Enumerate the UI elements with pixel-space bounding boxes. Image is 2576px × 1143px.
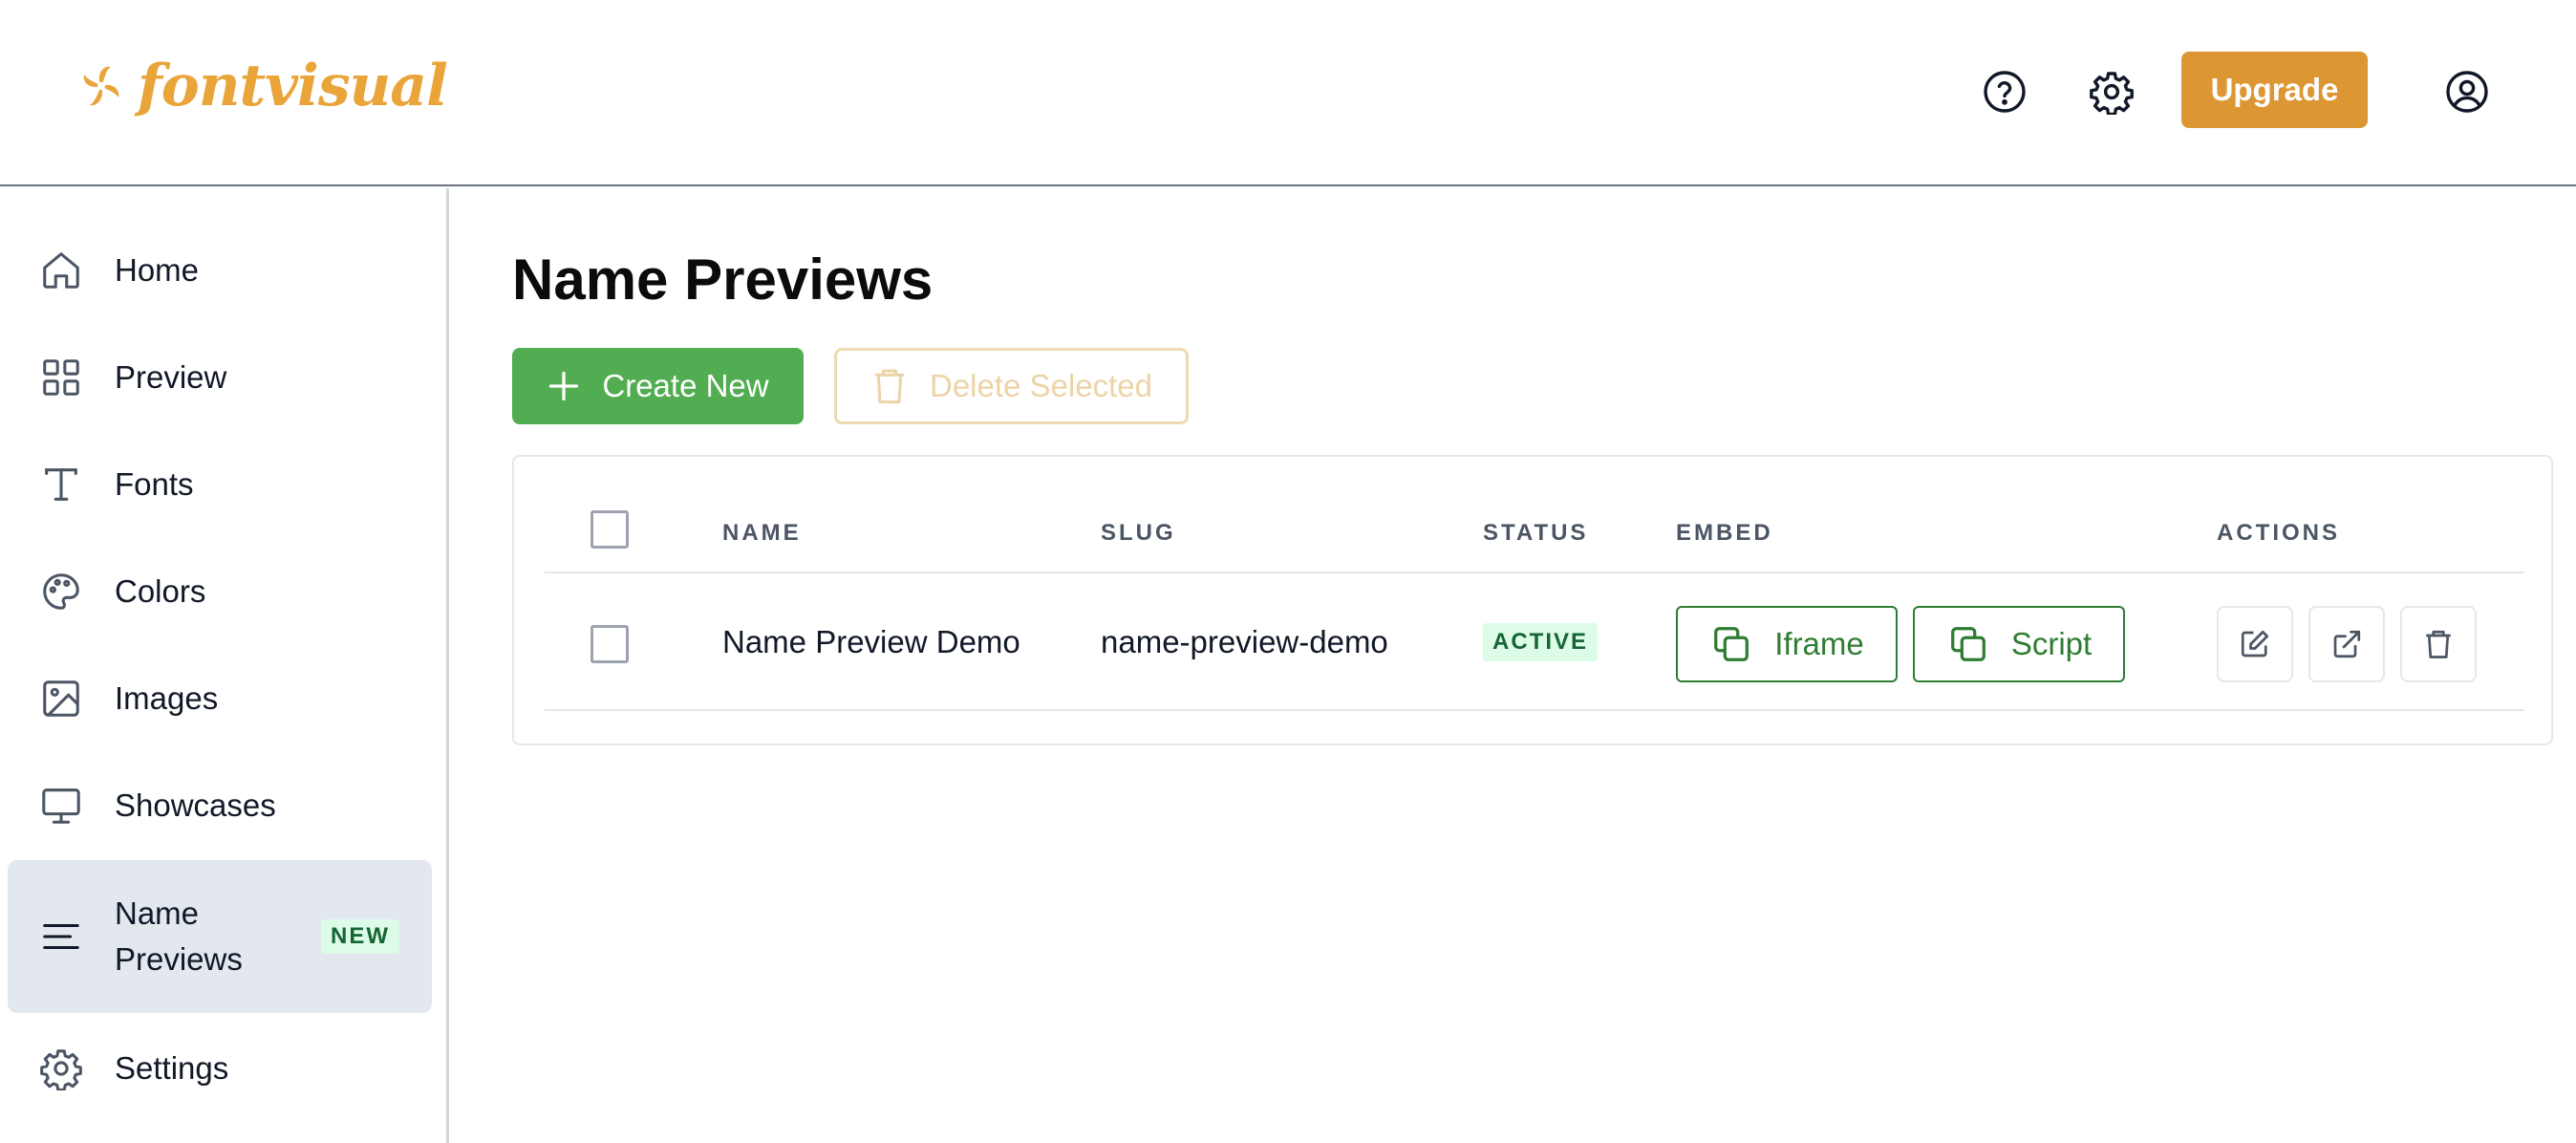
gear-icon — [38, 1046, 84, 1091]
edit-icon — [2238, 627, 2272, 661]
row-checkbox[interactable] — [590, 625, 629, 663]
create-new-label: Create New — [602, 368, 769, 403]
sidebar-item-label: Images — [115, 680, 219, 716]
sidebar-item-images[interactable]: Images — [8, 645, 432, 752]
home-icon — [38, 248, 84, 293]
column-header-status: STATUS — [1483, 520, 1589, 546]
sidebar-item-name-previews[interactable]: Name Previews NEW — [8, 860, 432, 1013]
page-title: Name Previews — [512, 248, 934, 312]
iframe-label: Iframe — [1774, 626, 1864, 661]
user-circle-icon[interactable] — [2442, 67, 2492, 117]
image-icon — [38, 676, 84, 722]
sidebar: Home Preview Fonts Colors Images Showcas… — [0, 188, 449, 1143]
column-header-slug: SLUG — [1101, 520, 1176, 546]
row-divider — [545, 572, 2524, 573]
copy-icon — [1709, 622, 1753, 666]
new-badge: NEW — [321, 919, 399, 954]
copy-iframe-button[interactable]: Iframe — [1676, 606, 1898, 682]
type-icon — [38, 462, 84, 507]
top-header: fontvisual Upgrade — [0, 0, 2576, 186]
open-external-button[interactable] — [2308, 606, 2385, 682]
trash-icon — [2421, 627, 2456, 661]
monitor-icon — [38, 783, 84, 829]
sidebar-item-label: Name Previews — [115, 895, 243, 977]
delete-selected-label: Delete Selected — [930, 368, 1152, 403]
trash-icon — [870, 365, 909, 407]
sidebar-item-label: Settings — [115, 1050, 229, 1086]
logo[interactable]: fontvisual — [76, 48, 448, 124]
delete-row-button[interactable] — [2400, 606, 2477, 682]
row-slug: name-preview-demo — [1101, 624, 1388, 659]
script-label: Script — [2010, 626, 2093, 661]
logo-text: fontvisual — [138, 53, 448, 119]
upgrade-button[interactable]: Upgrade — [2181, 52, 2368, 128]
gear-icon[interactable] — [2087, 67, 2136, 117]
logo-mark-icon — [76, 59, 126, 113]
sidebar-item-label: Showcases — [115, 787, 276, 823]
grid-icon — [38, 355, 84, 400]
help-circle-icon[interactable] — [1980, 67, 2029, 117]
sidebar-item-settings[interactable]: Settings — [8, 1015, 432, 1122]
sidebar-item-label: Fonts — [115, 466, 194, 502]
external-link-icon — [2329, 627, 2364, 661]
column-header-name: NAME — [722, 520, 802, 546]
sidebar-item-showcases[interactable]: Showcases — [8, 752, 432, 859]
column-header-actions: ACTIONS — [2217, 520, 2340, 546]
sidebar-item-fonts[interactable]: Fonts — [8, 431, 432, 538]
previews-table: NAME SLUG STATUS EMBED ACTIONS Name Prev… — [512, 455, 2553, 745]
delete-selected-button[interactable]: Delete Selected — [834, 348, 1189, 424]
sidebar-item-preview[interactable]: Preview — [8, 324, 432, 431]
row-divider — [545, 709, 2524, 711]
status-badge: ACTIVE — [1483, 623, 1599, 661]
plus-icon — [547, 369, 581, 403]
lines-icon — [38, 914, 84, 960]
create-new-button[interactable]: Create New — [512, 348, 804, 424]
select-all-checkbox[interactable] — [590, 510, 629, 549]
sidebar-item-label: Home — [115, 252, 200, 288]
sidebar-item-label: Colors — [115, 573, 206, 609]
column-header-embed: EMBED — [1676, 520, 1773, 546]
edit-button[interactable] — [2217, 606, 2293, 682]
sidebar-item-home[interactable]: Home — [8, 217, 432, 324]
copy-icon — [1946, 622, 1990, 666]
sidebar-item-label: Preview — [115, 359, 227, 395]
sidebar-item-colors[interactable]: Colors — [8, 538, 432, 645]
row-name: Name Preview Demo — [722, 624, 1020, 659]
copy-script-button[interactable]: Script — [1913, 606, 2125, 682]
palette-icon — [38, 569, 84, 615]
